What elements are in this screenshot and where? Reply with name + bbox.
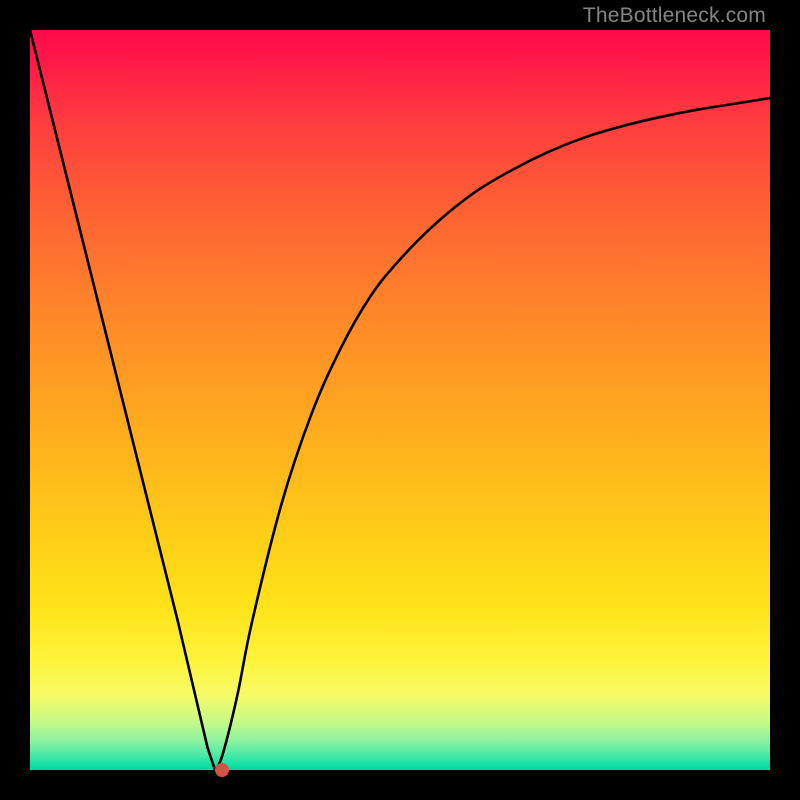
watermark-text: TheBottleneck.com: [583, 4, 766, 28]
chart-frame: TheBottleneck.com: [0, 0, 800, 800]
plot-area: [30, 30, 770, 770]
bottleneck-curve: [30, 30, 770, 770]
optimal-point-marker: [215, 763, 229, 777]
